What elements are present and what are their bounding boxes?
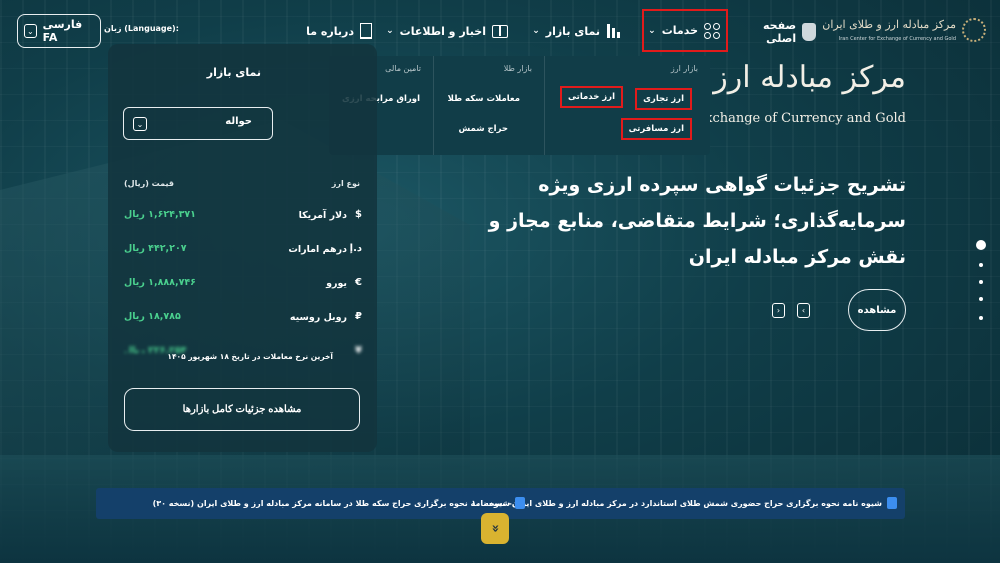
nav-market-view[interactable]: نمای بازار ⌄ <box>532 18 620 44</box>
currency-name: روبل روسیه <box>289 312 347 323</box>
double-chevron-down-icon: » <box>487 524 503 533</box>
home-icon <box>802 23 816 41</box>
currency-price: ۱۸,۷۸۵ ریال <box>124 311 181 322</box>
last-update-note: آخرین نرخ معاملات در تاریخ ۱۸ شهریور ۱۴۰… <box>167 352 333 361</box>
chevron-down-icon: ⌄ <box>133 117 147 131</box>
currency-price: ۴۴۲,۲۰۷ ریال <box>124 243 187 254</box>
menu-item-travel-currency[interactable]: ارز مسافرتی <box>620 118 692 140</box>
currency-symbol: ¥ <box>355 345 362 353</box>
nav-services[interactable]: خدمات ⌄ <box>642 9 728 52</box>
market-type-value: حواله <box>225 116 252 127</box>
panel-title: نمای بازار <box>206 66 261 79</box>
chevron-down-icon: ⌄ <box>532 26 540 36</box>
slider-prev-button[interactable]: ‹ <box>797 303 810 318</box>
chart-icon <box>606 24 620 38</box>
table-row: $ دلار آمریکا ۱,۶۲۴,۳۷۱ ریال <box>108 209 377 239</box>
currency-price: ۱,۶۲۴,۳۷۱ ریال <box>124 209 196 220</box>
chevron-down-icon: ⌄ <box>648 25 656 36</box>
currency-symbol: € <box>355 277 362 288</box>
language-label: زبان (Language): <box>104 24 179 33</box>
currency-symbol: ₽ <box>355 311 362 322</box>
menu-item-commercial-currency[interactable]: ارز تجاری <box>635 88 692 110</box>
hero-view-button[interactable]: مشاهده <box>848 289 906 331</box>
menu-heading-forex: بازار ارز <box>670 64 698 73</box>
slider-dot[interactable] <box>979 263 983 267</box>
ticker-item[interactable]: شیوه نامه نحوه برگزاری حراج سکه طلا در س… <box>153 497 525 509</box>
nav-about[interactable]: درباره ما <box>306 18 372 44</box>
currency-name: درهم امارات <box>288 244 347 255</box>
hero-brand-en: or Exchange of Currency and Gold <box>677 111 906 126</box>
grid-icon <box>704 22 720 39</box>
document-icon <box>515 497 525 509</box>
market-view-panel: نمای بازار حواله ⌄ نوع ارز قیمت (ریال) $… <box>108 44 377 452</box>
document-icon <box>887 497 897 509</box>
ticker-item[interactable]: شیوه نامه نحوه برگزاری حراج حضوری شمش طل… <box>471 497 897 509</box>
menu-item-service-currency[interactable]: ارز خدماتی <box>560 86 623 108</box>
language-value: فارسی FA <box>42 18 83 44</box>
ticker-item-text: شیوه نامه نحوه برگزاری حراج سکه طلا در س… <box>152 498 510 508</box>
table-row: د.إ درهم امارات ۴۴۲,۲۰۷ ریال <box>108 243 377 273</box>
logo-icon <box>962 18 986 42</box>
slider-dots <box>976 240 988 326</box>
menu-heading-gold: بازار طلا <box>503 64 532 73</box>
site-logo[interactable]: مرکز مبادله ارز و طلای ایران Iran Center… <box>822 14 986 50</box>
slider-next-button[interactable]: › <box>772 303 785 318</box>
nav-home[interactable]: صفحه اصلی <box>738 18 824 46</box>
chevron-down-icon: ⌄ <box>24 24 37 38</box>
nav-market-view-label: نمای بازار <box>545 24 600 38</box>
slider-dot[interactable] <box>979 316 983 320</box>
nav-news[interactable]: اخبار و اطلاعات ⌄ <box>386 18 508 44</box>
slider-dot[interactable] <box>979 280 983 284</box>
currency-name: دلار آمریکا <box>298 210 347 221</box>
table-row: € یورو ۱,۸۸۸,۷۴۶ ریال <box>108 277 377 307</box>
table-row: ₽ روبل روسیه ۱۸,۷۸۵ ریال <box>108 311 377 341</box>
book-icon <box>492 24 508 38</box>
menu-item-bullion-auction[interactable]: حراج شمش <box>459 124 509 134</box>
currency-symbol: $ <box>355 209 362 220</box>
building-icon <box>360 23 372 39</box>
scroll-down-button[interactable]: » <box>481 513 509 544</box>
view-all-markets-button[interactable]: مشاهده جزئیات کامل بازارها <box>124 388 360 431</box>
menu-heading-finance: تامین مالی <box>385 64 421 73</box>
menu-column-gold: بازار طلا معاملات سکه طلا حراج شمش <box>433 56 545 155</box>
menu-item-gold-coin-trading[interactable]: معاملات سکه طلا <box>448 94 520 104</box>
currency-price: ۱,۸۸۸,۷۴۶ ریال <box>124 277 196 288</box>
nav-about-label: درباره ما <box>306 24 354 38</box>
column-header-price: قیمت (ریال) <box>124 179 174 188</box>
logo-name-en: Iran Center for Exchange of Currency and… <box>838 36 956 42</box>
market-type-select[interactable]: حواله ⌄ <box>123 107 273 140</box>
column-header-currency: نوع ارز <box>331 179 360 188</box>
nav-services-label: خدمات <box>661 24 698 37</box>
hero-title: تشریح جزئیات گواهی سپرده ارزی ویژه سرمای… <box>488 174 906 268</box>
ticker-item-text: شیوه نامه نحوه برگزاری حراج حضوری شمش طل… <box>471 498 882 508</box>
nav-home-label: صفحه اصلی <box>762 19 797 45</box>
currency-name: یورو <box>326 278 347 289</box>
services-dropdown: بازار ارز ارز تجاری ارز خدماتی ارز مسافر… <box>329 56 710 155</box>
chevron-down-icon: ⌄ <box>386 26 394 36</box>
currency-symbol: د.إ <box>349 243 362 254</box>
language-select[interactable]: ⌄ فارسی FA <box>17 14 101 48</box>
logo-name-fa: مرکز مبادله ارز و طلای ایران <box>822 18 956 31</box>
nav-news-label: اخبار و اطلاعات <box>399 24 486 38</box>
menu-column-forex: بازار ارز ارز تجاری ارز خدماتی ارز مسافر… <box>545 56 710 155</box>
slider-dot[interactable] <box>976 240 986 250</box>
slider-dot[interactable] <box>979 297 983 301</box>
